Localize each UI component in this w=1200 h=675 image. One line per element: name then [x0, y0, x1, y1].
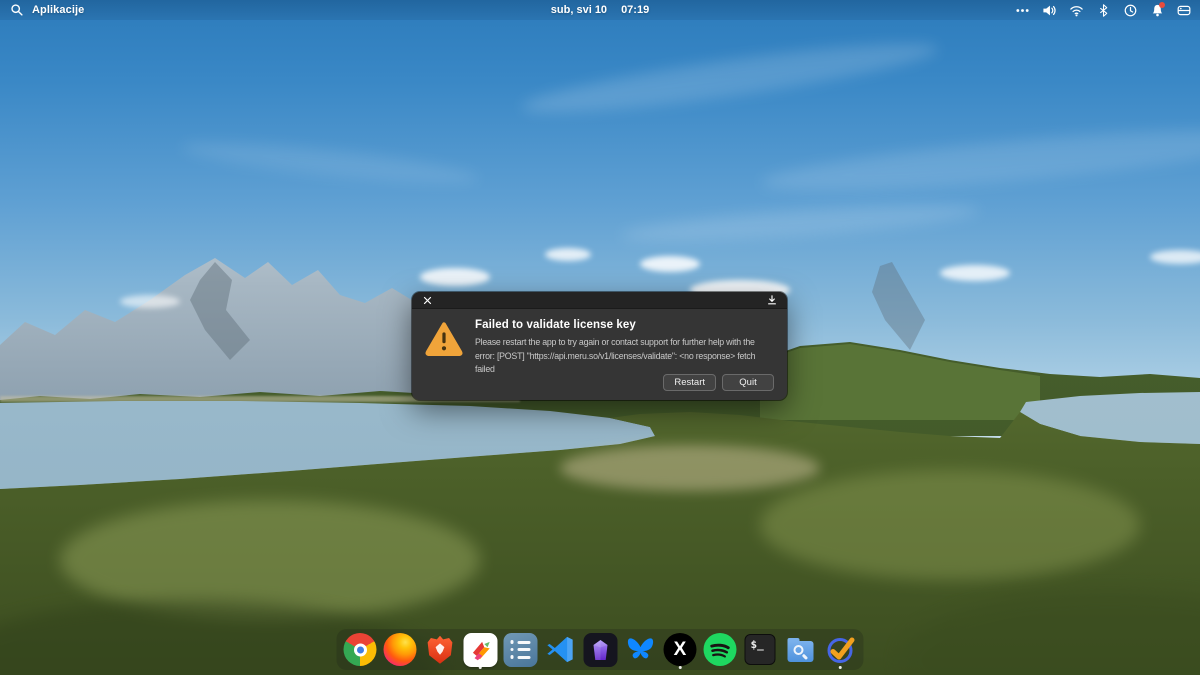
dock-item-meru[interactable]	[462, 629, 499, 670]
vscode-icon	[543, 633, 577, 667]
dock-item-settings-sliders[interactable]	[502, 629, 539, 670]
running-indicator	[478, 665, 482, 669]
dock-item-firefox[interactable]	[382, 629, 419, 670]
download-icon[interactable]	[765, 293, 779, 307]
x-twitter-icon: X	[663, 633, 697, 667]
cloud	[940, 265, 1010, 281]
warning-icon	[425, 319, 463, 377]
chrome-icon	[343, 633, 377, 667]
dock-item-x-twitter[interactable]: X	[662, 629, 699, 670]
file-search-icon	[783, 633, 817, 667]
firefox-icon	[383, 633, 417, 667]
running-indicator	[678, 665, 682, 669]
sand-patch	[560, 445, 820, 491]
system-tray	[1014, 2, 1200, 18]
close-icon[interactable]	[420, 293, 434, 307]
quit-button[interactable]: Quit	[722, 374, 774, 391]
search-icon	[9, 2, 25, 18]
status-circle-icon[interactable]	[1122, 2, 1138, 18]
applications-menu-label: Aplikacije	[32, 4, 85, 16]
dock-item-chrome[interactable]	[342, 629, 379, 670]
volume-icon[interactable]	[1041, 2, 1057, 18]
desktop[interactable]: Aplikacije sub, svi 10 07:19 Failed to v…	[0, 0, 1200, 675]
cloud	[120, 295, 180, 308]
tray-icon[interactable]	[1176, 2, 1192, 18]
terminal-icon: $_	[743, 633, 777, 667]
dock-item-vscode[interactable]	[542, 629, 579, 670]
restart-button[interactable]: Restart	[663, 374, 716, 391]
wifi-icon[interactable]	[1068, 2, 1084, 18]
dialog-titlebar[interactable]	[412, 292, 787, 309]
clock[interactable]: sub, svi 10 07:19	[551, 4, 649, 16]
dock-item-planify[interactable]	[822, 629, 859, 670]
dock-item-bluesky[interactable]	[622, 629, 659, 670]
dialog-actions: Restart Quit	[663, 374, 774, 391]
applications-menu[interactable]: Aplikacije	[0, 2, 84, 18]
dialog-message: Please restart the app to try again or c…	[475, 337, 756, 375]
dock-item-spotify[interactable]	[702, 629, 739, 670]
bluetooth-icon[interactable]	[1095, 2, 1111, 18]
grass-patch	[760, 470, 1140, 580]
settings-sliders-icon	[503, 632, 537, 667]
error-dialog: Failed to validate license key Please re…	[412, 292, 787, 400]
planify-icon	[823, 633, 857, 667]
obsidian-icon	[583, 632, 617, 667]
notifications-icon[interactable]	[1149, 2, 1165, 18]
cloud	[545, 248, 591, 261]
clock-time: 07:19	[621, 4, 650, 16]
cloud	[640, 256, 700, 272]
meru-icon	[463, 632, 497, 667]
brave-icon	[423, 633, 457, 667]
more-options-icon[interactable]	[1014, 2, 1030, 18]
dock: X $_	[336, 629, 864, 670]
cloud	[420, 268, 490, 286]
clock-date: sub, svi 10	[550, 4, 608, 16]
dock-item-file-search[interactable]	[782, 629, 819, 670]
spotify-icon	[703, 633, 737, 667]
dialog-title: Failed to validate license key	[475, 319, 636, 331]
running-indicator	[838, 665, 842, 669]
dock-item-obsidian[interactable]	[582, 629, 619, 670]
dock-item-brave[interactable]	[422, 629, 459, 670]
notification-badge	[1159, 2, 1165, 8]
top-panel: Aplikacije sub, svi 10 07:19	[0, 0, 1200, 20]
bluesky-icon	[623, 633, 657, 667]
dock-item-terminal[interactable]: $_	[742, 629, 779, 670]
